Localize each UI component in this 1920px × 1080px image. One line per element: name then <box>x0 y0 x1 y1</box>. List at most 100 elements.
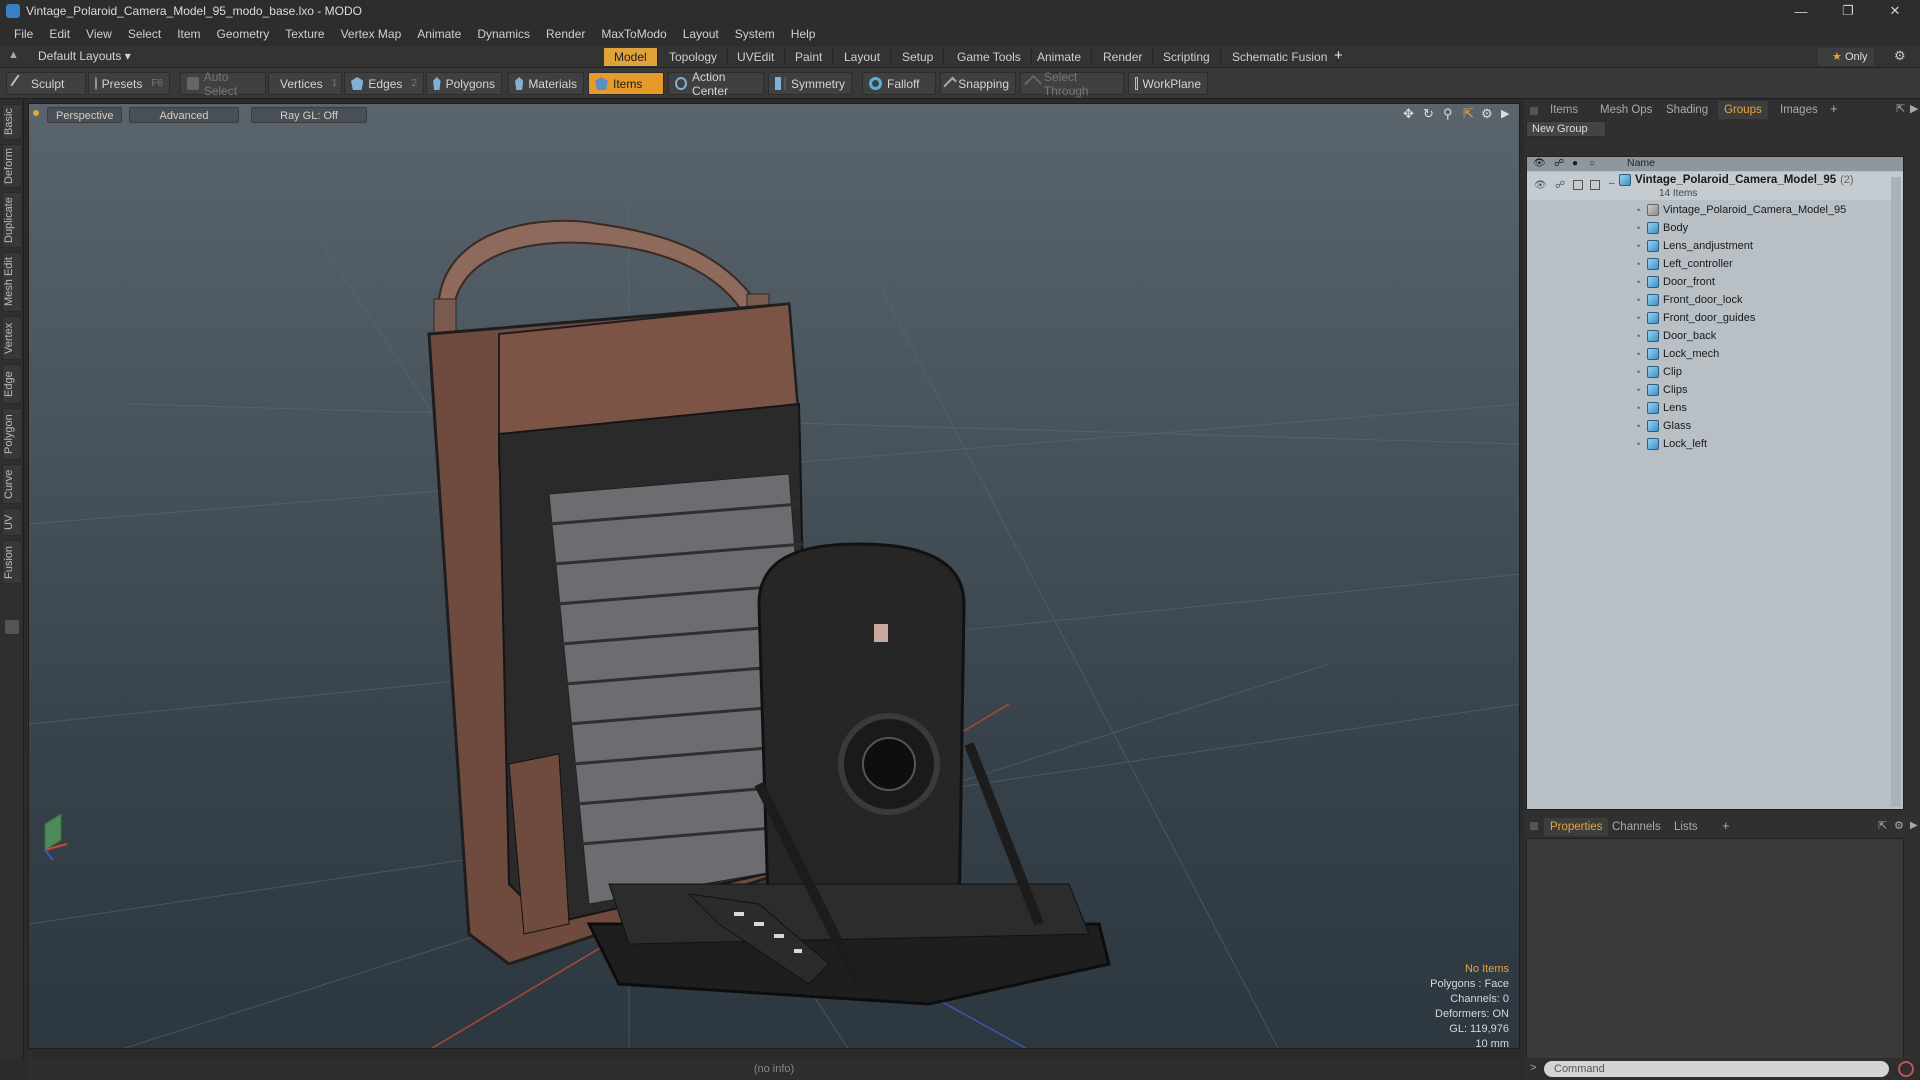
panel-menu-icon[interactable]: ▶ <box>1910 820 1918 831</box>
select-through-button[interactable]: Select Through <box>1020 70 1124 98</box>
tab-channels[interactable]: Channels <box>1606 818 1667 836</box>
menu-geometry[interactable]: Geometry <box>209 22 278 46</box>
tab-deform[interactable]: Deform <box>2 144 22 188</box>
tab-mesh-edit[interactable]: Mesh Edit <box>2 252 22 312</box>
tab-setup[interactable]: Setup <box>892 48 945 66</box>
tab-uv[interactable]: UV <box>2 508 22 536</box>
gear-icon[interactable]: ⚙ <box>1894 48 1906 64</box>
menu-file[interactable]: File <box>6 22 41 46</box>
list-scrollbar[interactable] <box>1891 177 1901 807</box>
panel-toggle-icon[interactable] <box>5 620 19 634</box>
tab-lists[interactable]: Lists <box>1668 818 1704 836</box>
items-button[interactable]: Items <box>588 72 664 95</box>
expand-icon[interactable]: ⇱ <box>1896 102 1905 115</box>
menu-select[interactable]: Select <box>120 22 169 46</box>
add-tab-icon[interactable]: + <box>1722 818 1730 833</box>
gear-icon[interactable]: ⚙ <box>1894 819 1904 832</box>
list-item[interactable]: • Door_front <box>1527 273 1903 291</box>
tab-topology[interactable]: Topology <box>659 48 729 66</box>
select-checkbox[interactable] <box>1573 180 1583 190</box>
list-item[interactable]: • Left_controller <box>1527 255 1903 273</box>
menu-view[interactable]: View <box>78 22 120 46</box>
list-item[interactable]: • Lock_mech <box>1527 345 1903 363</box>
list-item[interactable]: • Front_door_guides <box>1527 309 1903 327</box>
lock-header-icon[interactable]: ☍ <box>1554 158 1564 169</box>
workplane-button[interactable]: WorkPlane <box>1128 72 1208 95</box>
tab-edge[interactable]: Edge <box>2 364 22 404</box>
falloff-button[interactable]: Falloff <box>862 72 936 95</box>
tab-shading[interactable]: Shading <box>1660 101 1714 119</box>
visibility-header-icon[interactable]: 👁 <box>1533 158 1546 169</box>
symmetry-button[interactable]: Symmetry <box>768 72 852 95</box>
command-input[interactable]: Command <box>1544 1061 1889 1077</box>
only-toggle[interactable]: ★ Only <box>1818 48 1874 66</box>
vertices-button[interactable]: Vertices 1 <box>268 72 342 95</box>
group-row[interactable]: 👁 ☍ – Vintage_Polaroid_Camera_Model_95 (… <box>1527 172 1903 200</box>
list-item[interactable]: • Door_back <box>1527 327 1903 345</box>
lock-toggle-icon[interactable]: ☍ <box>1555 180 1565 191</box>
tab-curve[interactable]: Curve <box>2 464 22 504</box>
menu-item[interactable]: Item <box>169 22 208 46</box>
menu-system[interactable]: System <box>727 22 783 46</box>
menu-layout[interactable]: Layout <box>675 22 727 46</box>
tab-fusion[interactable]: Fusion <box>2 540 22 584</box>
select-header-icon[interactable]: ● <box>1572 158 1578 169</box>
3d-viewport[interactable]: Perspective Advanced Ray GL: Off ✥ ↻ ⚲ ⇱… <box>28 103 1520 1049</box>
minimize-icon[interactable]: — <box>1778 0 1824 22</box>
layout-toggle-icon[interactable]: ▲ <box>8 49 19 61</box>
menu-help[interactable]: Help <box>783 22 824 46</box>
panel-menu-icon[interactable]: ▶ <box>1910 102 1918 115</box>
tab-images[interactable]: Images <box>1774 101 1824 119</box>
add-tab-icon[interactable]: + <box>1830 101 1838 116</box>
tab-basic[interactable]: Basic <box>2 104 22 140</box>
snapping-button[interactable]: Snapping <box>940 72 1016 95</box>
collapse-icon[interactable]: – <box>1609 178 1615 189</box>
sculpt-button[interactable]: Sculpt <box>6 72 86 95</box>
menu-animate[interactable]: Animate <box>409 22 469 46</box>
tab-properties[interactable]: Properties <box>1544 818 1609 836</box>
tab-uvedit[interactable]: UVEdit <box>727 48 786 66</box>
tab-model[interactable]: Model <box>604 48 658 66</box>
tab-scripting[interactable]: Scripting <box>1153 48 1221 66</box>
tab-render[interactable]: Render <box>1093 48 1154 66</box>
list-item[interactable]: • Front_door_lock <box>1527 291 1903 309</box>
tab-polygon[interactable]: Polygon <box>2 408 22 460</box>
tab-paint[interactable]: Paint <box>785 48 834 66</box>
menu-edit[interactable]: Edit <box>41 22 78 46</box>
tab-animate[interactable]: Animate <box>1027 48 1093 66</box>
expand-icon[interactable]: ⇱ <box>1878 819 1887 832</box>
list-item[interactable]: • Lens_andjustment <box>1527 237 1903 255</box>
tab-items[interactable]: Items <box>1544 101 1584 119</box>
close-icon[interactable]: ✕ <box>1872 0 1918 22</box>
new-group-button[interactable]: New Group <box>1526 121 1606 137</box>
presets-button[interactable]: Presets F6 <box>88 72 170 95</box>
list-item[interactable]: • Body <box>1527 219 1903 237</box>
list-item[interactable]: • Lens <box>1527 399 1903 417</box>
add-tab-button[interactable]: + <box>1334 47 1343 64</box>
edges-button[interactable]: Edges 2 <box>344 72 424 95</box>
tab-mesh-ops[interactable]: Mesh Ops <box>1594 101 1658 119</box>
render-header-icon[interactable]: ○ <box>1589 158 1595 169</box>
layout-preset-dropdown[interactable]: Default Layouts ▾ <box>38 49 131 63</box>
list-item[interactable]: • Lock_left <box>1527 435 1903 453</box>
polygons-button[interactable]: Polygons <box>426 72 502 95</box>
render-checkbox[interactable] <box>1590 180 1600 190</box>
list-item[interactable]: • Clips <box>1527 381 1903 399</box>
menu-texture[interactable]: Texture <box>277 22 332 46</box>
tab-schematic-fusion[interactable]: Schematic Fusion <box>1222 48 1339 66</box>
list-item[interactable]: • Clip <box>1527 363 1903 381</box>
list-item[interactable]: • Vintage_Polaroid_Camera_Model_95 <box>1527 201 1903 219</box>
menu-maxtomodo[interactable]: MaxToModo <box>593 22 674 46</box>
auto-select-button[interactable]: Auto Select <box>180 70 266 98</box>
tab-layout[interactable]: Layout <box>834 48 892 66</box>
tab-groups[interactable]: Groups <box>1718 101 1768 119</box>
menu-dynamics[interactable]: Dynamics <box>469 22 538 46</box>
list-item[interactable]: • Glass <box>1527 417 1903 435</box>
menu-vertex-map[interactable]: Vertex Map <box>333 22 410 46</box>
tab-vertex[interactable]: Vertex <box>2 316 22 360</box>
tab-game-tools[interactable]: Game Tools <box>947 48 1032 66</box>
tab-duplicate[interactable]: Duplicate <box>2 192 22 248</box>
command-history-icon[interactable] <box>1898 1061 1914 1077</box>
name-column-header[interactable]: Name <box>1627 157 1655 169</box>
menu-render[interactable]: Render <box>538 22 593 46</box>
